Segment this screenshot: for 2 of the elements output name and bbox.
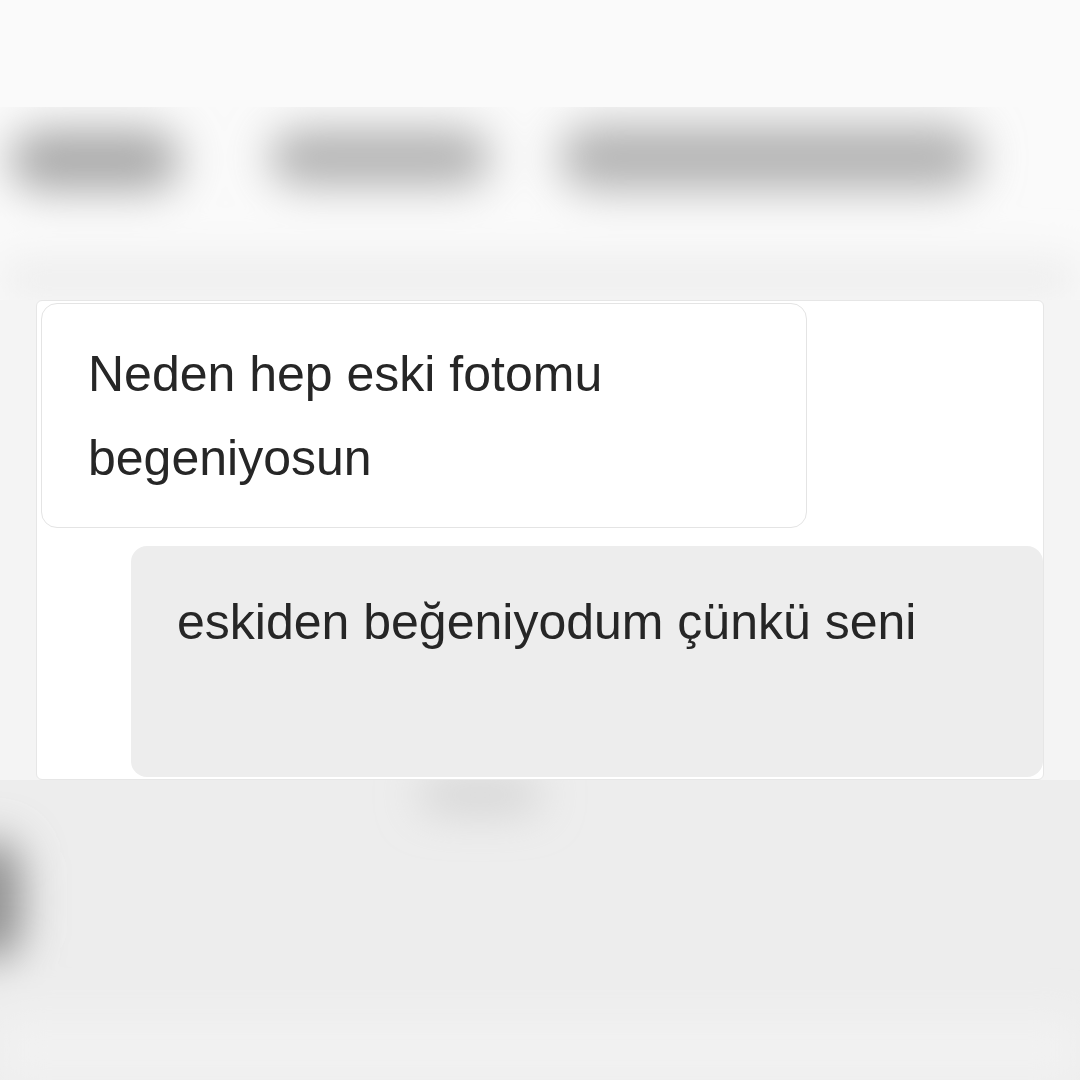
message-bubble: eskiden beğeniyodum çünkü seni xyxy=(131,546,1043,777)
message-bubble: Neden hep eski fotomu begeniyosun xyxy=(41,303,807,528)
